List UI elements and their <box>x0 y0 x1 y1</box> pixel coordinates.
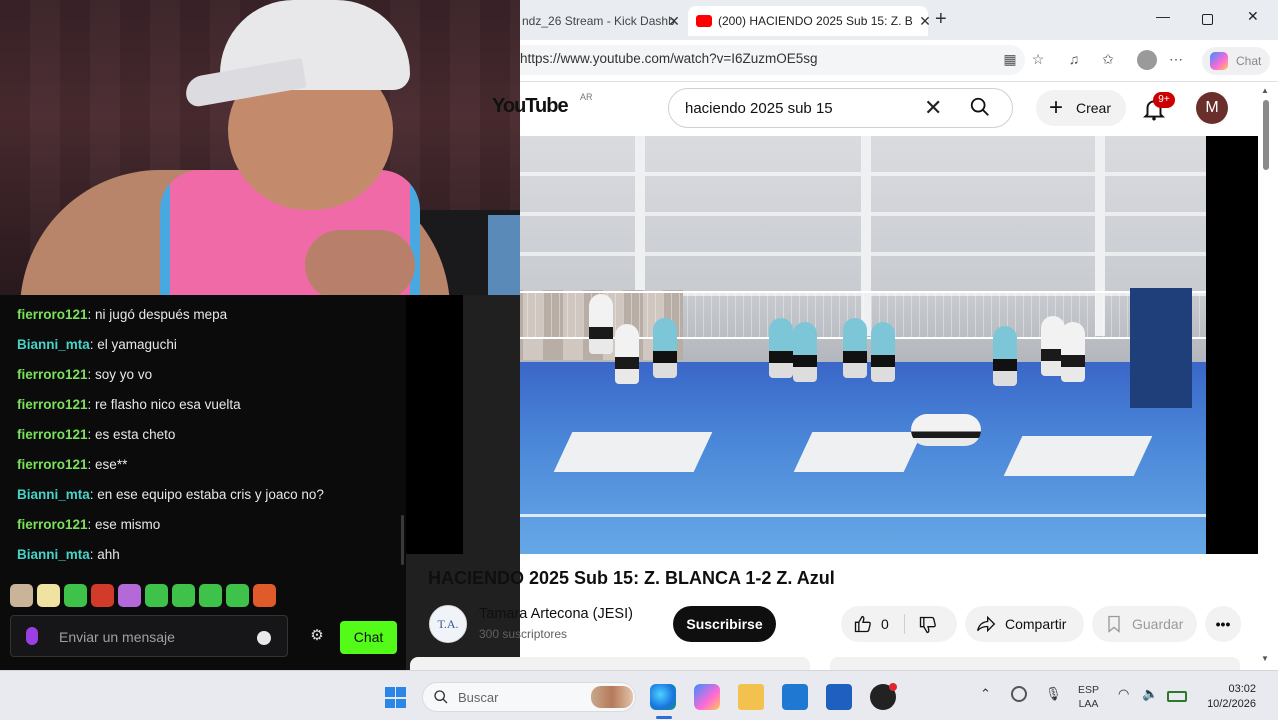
save-label: Guardar <box>1132 616 1184 632</box>
chat-message: Bianni_mta: el yamaguchi <box>17 333 406 363</box>
emote-icon[interactable] <box>37 584 60 607</box>
chat-username[interactable]: fierroro121 <box>17 457 88 472</box>
volume-icon[interactable]: 🔈 <box>1142 686 1158 702</box>
below-video-cards <box>410 657 1278 671</box>
chat-username[interactable]: fierroro121 <box>17 367 88 382</box>
recording-indicator-icon <box>889 683 897 691</box>
show-hidden-icons-chevron-icon[interactable]: ⌃ <box>980 686 991 702</box>
chat-message: fierroro121: ni jugó después mepa <box>17 303 406 333</box>
emote-icon[interactable] <box>226 584 249 607</box>
share-label: Compartir <box>1005 616 1067 632</box>
chat-message-text: : soy yo vo <box>87 367 153 382</box>
emote-icon[interactable] <box>10 584 33 607</box>
language-indicator[interactable]: ESP LAA <box>1078 683 1099 711</box>
chat-username[interactable]: Bianni_mta <box>17 487 90 502</box>
search-highlight-image <box>591 686 633 708</box>
share-icon <box>977 615 996 633</box>
video-letterbox <box>406 295 463 554</box>
chat-scrollbar[interactable] <box>401 515 404 565</box>
chat-username[interactable]: fierroro121 <box>17 517 88 532</box>
webcam-poster <box>488 215 520 295</box>
chat-username[interactable]: Bianni_mta <box>17 547 90 562</box>
chat-username[interactable]: fierroro121 <box>17 427 88 442</box>
subscriber-count: 300 suscriptores <box>479 627 568 641</box>
taskbar-search[interactable]: Buscar <box>422 682 636 712</box>
emote-icon[interactable] <box>199 584 222 607</box>
copilot-app-icon[interactable] <box>694 684 720 710</box>
video-title: HACIENDO 2025 Sub 15: Z. BLANCA 1-2 Z. A… <box>428 568 835 588</box>
windows-taskbar: Buscar ⌃ 🎙 ESP LAA ◠ 🔈 03:02 10/2/2026 <box>0 670 1278 720</box>
chat-message: fierroro121: soy yo vo <box>17 363 406 393</box>
more-icon: ••• <box>1215 616 1231 632</box>
side-card[interactable] <box>830 657 1240 671</box>
chat-message-text: : el yamaguchi <box>89 337 177 352</box>
chat-message: Bianni_mta: en ese equipo estaba cris y … <box>17 483 406 513</box>
taskbar-search-label: Buscar <box>458 690 499 705</box>
chat-input-box[interactable] <box>10 615 288 657</box>
chat-message: Bianni_mta: ahh <box>17 543 406 573</box>
security-icon[interactable] <box>1011 686 1027 702</box>
chat-message-text: : en ese equipo estaba cris y joaco no? <box>89 487 324 502</box>
like-dislike-group: 0 <box>841 606 957 642</box>
webcam-feed <box>0 0 520 295</box>
keyboard-layout: LAA <box>1078 698 1099 710</box>
store-icon[interactable] <box>782 684 808 710</box>
wifi-icon[interactable]: ◠ <box>1118 686 1129 702</box>
clock-date: 10/2/2026 <box>1207 698 1256 710</box>
emote-icon[interactable] <box>253 584 276 607</box>
save-button[interactable]: Guardar <box>1092 606 1197 642</box>
chat-send-button[interactable]: Chat <box>340 621 397 654</box>
chat-message: fierroro121: ese mismo <box>17 513 406 543</box>
emote-bar <box>10 584 276 610</box>
chat-username[interactable]: fierroro121 <box>17 307 88 322</box>
like-icon[interactable] <box>853 614 873 634</box>
channel-avatar[interactable]: T.A. <box>429 605 467 643</box>
emote-icon[interactable] <box>145 584 168 607</box>
file-explorer-icon[interactable] <box>738 684 764 710</box>
edge-browser-icon[interactable] <box>650 684 676 710</box>
emote-icon[interactable] <box>118 584 141 607</box>
chat-message-text: : re flasho nico esa vuelta <box>87 397 241 412</box>
like-divider <box>904 614 905 634</box>
chat-message: fierroro121: es esta cheto <box>17 423 406 453</box>
chat-message-text: : ni jugó después mepa <box>87 307 228 322</box>
chat-username[interactable]: Bianni_mta <box>17 337 90 352</box>
emote-icon[interactable] <box>64 584 87 607</box>
active-app-indicator <box>656 716 672 719</box>
chat-message-text: : ese** <box>87 457 128 472</box>
dislike-icon[interactable] <box>918 615 938 635</box>
like-count: 0 <box>881 616 889 632</box>
stream-chat-panel: fierroro121: ni jugó después mepa Bianni_… <box>0 295 406 670</box>
search-icon <box>434 690 448 704</box>
description-card[interactable] <box>410 657 810 671</box>
webcam-person-hand <box>305 230 415 295</box>
language-code: ESP <box>1078 684 1100 696</box>
chat-message-list: fierroro121: ni jugó después mepa Bianni_… <box>0 295 406 575</box>
bookmark-icon <box>1108 615 1120 633</box>
outlook-icon[interactable] <box>826 684 852 710</box>
microphone-tray-icon[interactable]: 🎙 <box>1045 686 1062 702</box>
more-actions-button[interactable]: ••• <box>1205 606 1241 642</box>
battery-icon[interactable] <box>1167 691 1187 702</box>
chat-username[interactable]: fierroro121 <box>17 397 88 412</box>
emoji-icon[interactable] <box>257 631 271 645</box>
chat-message-input[interactable] <box>59 626 249 648</box>
system-clock[interactable]: 03:02 10/2/2026 <box>1196 682 1256 712</box>
subscribe-button[interactable]: Suscribirse <box>673 606 776 642</box>
emote-icon[interactable] <box>91 584 114 607</box>
video-info-area: HACIENDO 2025 Sub 15: Z. BLANCA 1-2 Z. A… <box>410 0 1278 671</box>
chat-message-text: : ahh <box>89 547 120 562</box>
chat-message-text: : es esta cheto <box>87 427 176 442</box>
channel-name[interactable]: Tamara Artecona (JESI) <box>479 606 633 622</box>
chat-message: fierroro121: re flasho nico esa vuelta <box>17 393 406 423</box>
clock-time: 03:02 <box>1228 683 1256 695</box>
chat-message: fierroro121: ese** <box>17 453 406 483</box>
share-button[interactable]: Compartir <box>965 606 1084 642</box>
windows-start-icon[interactable] <box>385 687 406 708</box>
gear-icon[interactable]: ⚙ <box>309 628 325 644</box>
chat-message-text: : ese mismo <box>87 517 161 532</box>
emote-icon[interactable] <box>172 584 195 607</box>
microphone-icon[interactable] <box>26 627 38 645</box>
